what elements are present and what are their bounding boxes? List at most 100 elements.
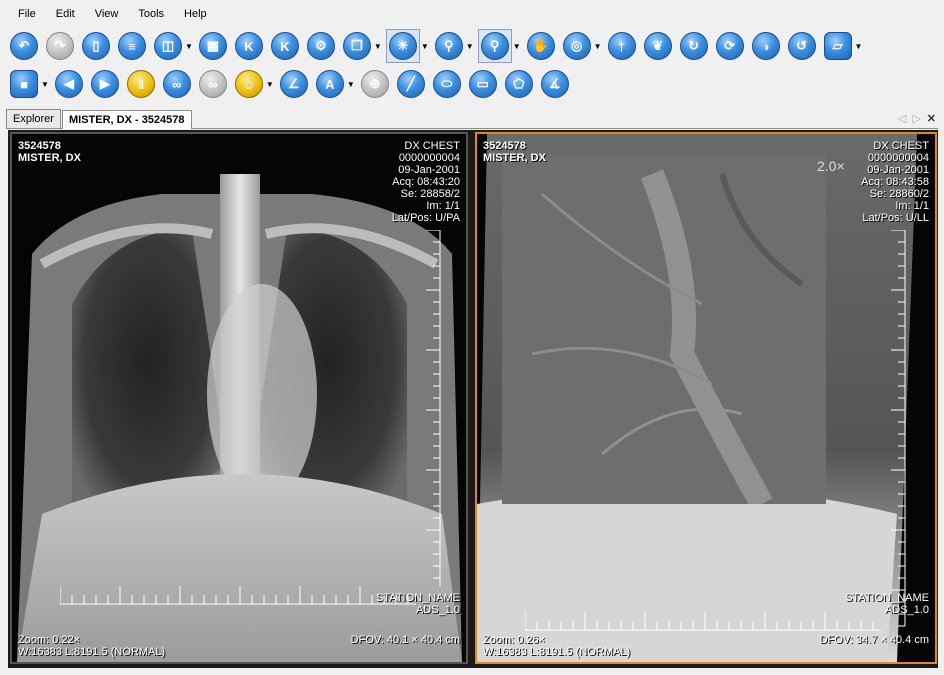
tab-prev-icon[interactable]: ◁ (898, 112, 906, 125)
overlay-bottom-right: DFOV: 40.1 × 40.4 cm (351, 634, 460, 646)
tab-next-icon[interactable]: ▷ (912, 112, 920, 125)
zoom-dropdown-icon[interactable]: ▼ (466, 42, 474, 51)
text-dropdown-icon[interactable]: ▼ (347, 80, 355, 89)
overlay-bottom-left: Zoom: 0.26× W:16383 L:8191.5 (NORMAL) (483, 634, 630, 658)
zoom-readout: Zoom: 0.26× (483, 634, 546, 646)
acq-time: Acq: 08:43:20 (392, 176, 460, 188)
toolbar-main: ↶ ↷ ▯ ≡ ◫ ▼ ▦ K K ⚙ ❐ ▼ ☀ ▼ ⚲ ▼ ⚲ ▼ ✋ ◎ … (0, 27, 944, 65)
window-level-button[interactable]: ☀ (385, 29, 420, 63)
prev-icon[interactable]: ◀ (54, 70, 83, 98)
key-film-icon[interactable]: K (270, 32, 299, 60)
close-icon[interactable]: ✕ (927, 112, 936, 125)
accession: 0000000004 (867, 152, 929, 164)
key-grid-icon[interactable]: ▦ (198, 32, 227, 60)
series: Se: 28858/2 (400, 188, 460, 200)
vertical-ruler (891, 230, 906, 627)
menu-help[interactable]: Help (174, 8, 217, 20)
reset-view-icon[interactable]: ▱ (823, 32, 852, 60)
vertical-ruler (426, 230, 441, 586)
patient-name: MISTER, DX (483, 152, 546, 164)
zoom-readout: Zoom: 0.22× (18, 634, 81, 646)
line-measure-icon[interactable]: ╱ (396, 70, 425, 98)
next-icon[interactable]: ▶ (90, 70, 119, 98)
viewport-lateral[interactable]: 2.0× 3524578 MISTER, DX DX CHEST 0000000… (475, 132, 937, 664)
key-image-icon[interactable]: K (234, 32, 263, 60)
modality: DX CHEST (404, 140, 460, 152)
film-reel-icon[interactable]: ⚙ (306, 32, 335, 60)
body-single-icon[interactable]: † (607, 32, 636, 60)
magnify-icon: ⚲ (480, 32, 509, 60)
horizontal-ruler (525, 612, 881, 631)
overlay-top-left: 3524578 MISTER, DX (483, 140, 546, 164)
reset-dropdown-icon[interactable]: ▼ (855, 42, 863, 51)
window-level-dropdown-icon[interactable]: ▼ (421, 42, 429, 51)
study-date: 09-Jan-2001 (867, 164, 929, 176)
roi-icon[interactable]: ◎ (562, 32, 591, 60)
series: Se: 28860/2 (869, 188, 929, 200)
ellipse-measure-icon[interactable]: ⬭ (432, 70, 461, 98)
lat-pos: Lat/Pos: U/LL (862, 212, 929, 224)
overlay-bottom-right: DFOV: 34.7 × 40.4 cm (820, 634, 929, 646)
roi-dropdown-icon[interactable]: ▼ (594, 42, 602, 51)
dfov-readout: DFOV: 40.1 × 40.4 cm (350, 634, 460, 646)
undo-icon[interactable]: ↺ (787, 32, 816, 60)
window-level-icon: ☀ (388, 32, 417, 60)
acq-time: Acq: 08:43:58 (861, 176, 929, 188)
hand-pan-icon[interactable]: ✋ (526, 32, 555, 60)
magnifier-lens[interactable] (502, 154, 826, 504)
menu-view[interactable]: View (85, 8, 129, 20)
tab-controls: ◁ ▷ ✕ (898, 112, 936, 125)
viewport-pa[interactable]: 3524578 MISTER, DX DX CHEST 0000000004 0… (10, 132, 468, 664)
body-rotate-icon[interactable]: ↻ (679, 32, 708, 60)
polygon-measure-icon[interactable]: ⬠ (504, 70, 533, 98)
overlay-top-right: DX CHEST 0000000004 09-Jan-2001 Acq: 08:… (392, 140, 460, 224)
layout-split-icon[interactable]: ◫ (154, 32, 182, 60)
dfov-readout: DFOV: 34.7 × 40.4 cm (819, 634, 929, 646)
magnify-button[interactable]: ⚲ (477, 29, 512, 63)
menu-edit[interactable]: Edit (46, 8, 85, 20)
menu-tools[interactable]: Tools (128, 8, 174, 20)
document-tabs: Explorer MISTER, DX - 3524578 ◁ ▷ ✕ (6, 108, 938, 129)
link-disabled-icon[interactable]: ∞ (198, 70, 227, 98)
copy-dropdown-icon[interactable]: ▼ (374, 42, 382, 51)
horizontal-ruler (60, 586, 416, 605)
image-number: Im: 1/1 (426, 200, 460, 212)
overlay-top-left: 3524578 MISTER, DX (18, 140, 81, 164)
stop-dropdown-icon[interactable]: ▼ (41, 80, 49, 89)
modality: DX CHEST (873, 140, 929, 152)
station-name: STATION_NAME (845, 592, 929, 604)
lat-pos: Lat/Pos: U/PA (391, 212, 460, 224)
window-level-readout: W:16383 L:8191.5 (NORMAL) (18, 646, 166, 658)
patient-id: 3524578 (18, 140, 61, 152)
crosshair-icon[interactable]: ⊕ (360, 70, 389, 98)
cobb-angle-icon[interactable]: ∡ (540, 70, 569, 98)
back-arrow-icon[interactable]: ↶ (10, 32, 38, 60)
body-cycle-icon[interactable]: ⟳ (715, 32, 744, 60)
layout-row-icon[interactable]: ≡ (118, 32, 146, 60)
menu-file[interactable]: File (8, 8, 46, 20)
zoom-icon[interactable]: ⚲ (434, 32, 463, 60)
overlay-bottom-left: Zoom: 0.22× W:16383 L:8191.5 (NORMAL) (18, 634, 165, 658)
menu-bar: File Edit View Tools Help (0, 0, 944, 28)
sync-icon[interactable]: ‖ (126, 70, 155, 98)
forward-arrow-icon[interactable]: ↷ (46, 32, 74, 60)
clipboard-icon[interactable]: ▯ (82, 32, 110, 60)
accession: 0000000004 (398, 152, 460, 164)
rect-measure-icon[interactable]: ▭ (468, 70, 497, 98)
head-icon[interactable]: ☺ (234, 70, 263, 98)
layout-dropdown-icon[interactable]: ▼ (185, 42, 193, 51)
viewer-area: 3524578 MISTER, DX DX CHEST 0000000004 0… (8, 130, 938, 668)
magnify-dropdown-icon[interactable]: ▼ (513, 42, 521, 51)
copy-stack-icon[interactable]: ❐ (342, 32, 371, 60)
invert-icon[interactable]: ◑ (751, 32, 780, 60)
head-dropdown-icon[interactable]: ▼ (266, 80, 274, 89)
stop-icon[interactable]: ■ (10, 70, 38, 98)
image-number: Im: 1/1 (895, 200, 929, 212)
text-annotation-icon[interactable]: A (315, 70, 344, 98)
tab-explorer[interactable]: Explorer (6, 109, 61, 128)
link-icon[interactable]: ∞ (162, 70, 191, 98)
lungs-icon[interactable]: ❦ (643, 32, 672, 60)
angle-icon[interactable]: ∠ (279, 70, 308, 98)
magnifier-zoom-label: 2.0× (817, 158, 845, 174)
tab-patient[interactable]: MISTER, DX - 3524578 (61, 110, 192, 129)
